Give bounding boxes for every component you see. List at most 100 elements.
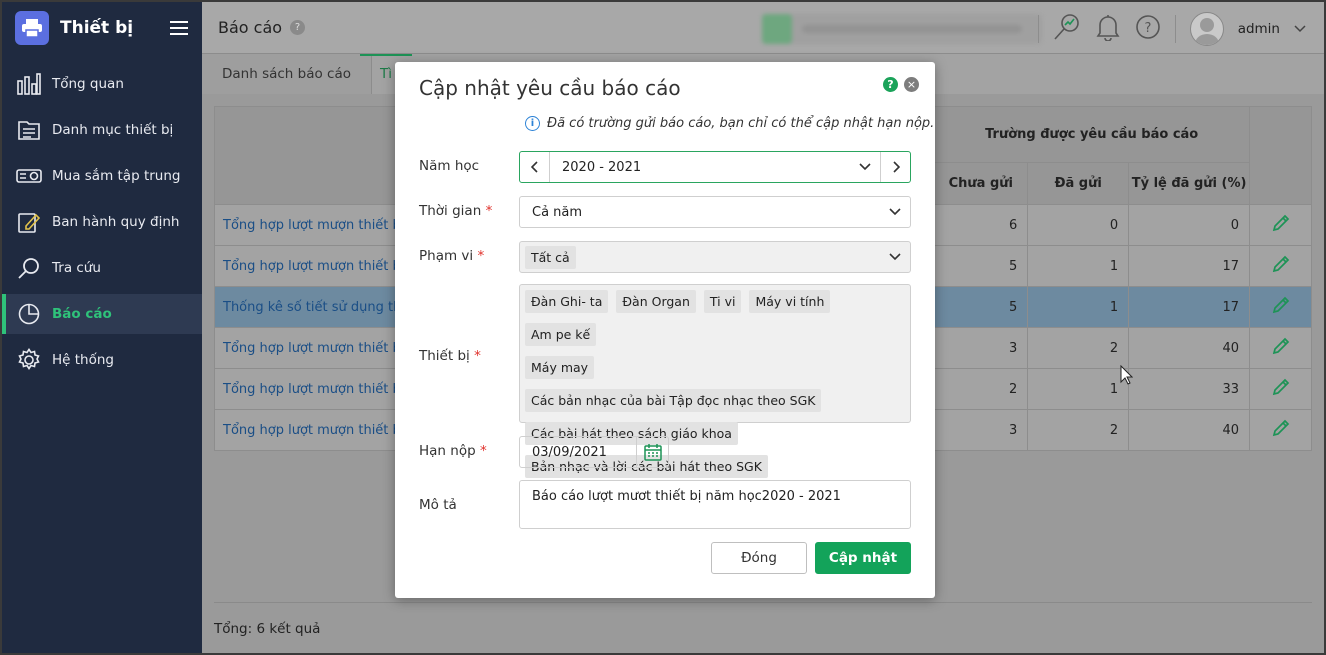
gear-icon xyxy=(16,347,42,373)
sent-rate: 40 xyxy=(1128,409,1251,451)
menu-toggle-icon[interactable] xyxy=(170,21,188,35)
time-value: Cả năm xyxy=(532,204,583,220)
mouse-cursor-icon xyxy=(1120,364,1134,389)
scope-chip: Tất cả xyxy=(525,245,576,269)
edit-document-icon xyxy=(16,209,42,235)
chevron-down-icon xyxy=(880,253,910,261)
sent-rate: 17 xyxy=(1128,286,1251,328)
sidebar-item-lookup[interactable]: Tra cứu xyxy=(2,248,202,288)
not-sent-count: 6 xyxy=(933,204,1029,246)
pie-chart-icon xyxy=(16,301,42,327)
sent-count: 1 xyxy=(1027,286,1130,328)
device-chip: Máy may xyxy=(525,356,595,379)
sent-rate: 33 xyxy=(1128,368,1251,410)
column-header-not-sent: Chưa gửi xyxy=(933,162,1029,205)
notice: i Đã có trường gửi báo cáo, bạn chỉ có t… xyxy=(525,116,934,131)
year-label: Năm học xyxy=(419,158,480,174)
column-header-sent: Đã gửi xyxy=(1027,162,1130,205)
edit-pencil-icon[interactable] xyxy=(1272,214,1290,236)
result-count: Tổng: 6 kết quả xyxy=(214,602,1312,637)
brand: Thiết bị xyxy=(2,2,202,54)
not-sent-count: 5 xyxy=(933,245,1029,287)
sidebar-item-system[interactable]: Hệ thống xyxy=(2,340,202,380)
sent-count: 0 xyxy=(1027,204,1130,246)
sidebar: Thiết bị Tổng quan Danh mục thiết bị Mua… xyxy=(2,2,202,653)
chevron-down-icon[interactable] xyxy=(850,163,880,171)
statistics-search-icon[interactable] xyxy=(1053,13,1081,45)
info-icon: i xyxy=(525,116,540,131)
list-folder-icon xyxy=(16,117,42,143)
year-value[interactable]: 2020 - 2021 xyxy=(550,160,850,175)
app-window: Thiết bị Tổng quan Danh mục thiết bị Mua… xyxy=(0,0,1326,655)
edit-pencil-icon[interactable] xyxy=(1272,378,1290,400)
update-report-dialog: Cập nhật yêu cầu báo cáo ? × i Đã có trư… xyxy=(395,62,935,598)
close-button[interactable]: Đóng xyxy=(711,542,807,574)
bell-icon[interactable] xyxy=(1095,13,1121,45)
deadline-value: 03/09/2021 xyxy=(532,444,607,460)
sidebar-item-reports[interactable]: Báo cáo xyxy=(2,294,202,334)
edit-pencil-icon[interactable] xyxy=(1272,419,1290,441)
edit-pencil-icon[interactable] xyxy=(1272,337,1290,359)
device-chip: Đàn Ghi- ta xyxy=(525,290,609,313)
sent-count: 2 xyxy=(1027,409,1130,451)
sidebar-item-label: Hệ thống xyxy=(52,352,114,368)
edit-pencil-icon[interactable] xyxy=(1272,296,1290,318)
time-label: Thời gian * xyxy=(419,203,493,219)
search-icon xyxy=(16,255,42,281)
notice-text: Đã có trường gửi báo cáo, bạn chỉ có thể… xyxy=(547,116,935,131)
sidebar-item-label: Danh mục thiết bị xyxy=(52,122,174,138)
close-icon[interactable]: × xyxy=(904,77,919,92)
device-chip: Am pe kế xyxy=(525,323,597,346)
sidebar-item-procurement[interactable]: Mua sắm tập trung xyxy=(2,156,202,196)
chart-bars-icon xyxy=(16,71,42,97)
chevron-down-icon xyxy=(880,208,910,216)
not-sent-count: 3 xyxy=(933,327,1029,369)
next-year-button[interactable] xyxy=(880,152,910,182)
tab-report-list[interactable]: Danh sách báo cáo xyxy=(202,54,372,94)
column-header-rate: Tỷ lệ đã gửi (%) xyxy=(1128,162,1251,205)
year-selector: 2020 - 2021 xyxy=(519,151,911,183)
question-icon[interactable]: ? xyxy=(1135,14,1161,44)
calendar-icon[interactable] xyxy=(636,437,668,467)
description-textarea[interactable]: Báo cáo lượt mươt thiết bị năm học2020 -… xyxy=(519,480,911,529)
sent-rate: 0 xyxy=(1128,204,1251,246)
printer-logo-icon xyxy=(15,11,49,45)
brand-title: Thiết bị xyxy=(60,18,134,38)
device-label: Thiết bị * xyxy=(419,348,481,364)
sidebar-item-label: Báo cáo xyxy=(52,306,112,322)
update-button[interactable]: Cập nhật xyxy=(815,542,911,574)
sidebar-nav: Tổng quan Danh mục thiết bị Mua sắm tập … xyxy=(2,64,202,380)
device-chip: Máy vi tính xyxy=(749,290,831,313)
chevron-down-icon[interactable] xyxy=(1294,22,1306,37)
sent-rate: 40 xyxy=(1128,327,1251,369)
not-sent-count: 3 xyxy=(933,409,1029,451)
blurred-school-info xyxy=(762,14,1042,44)
svg-text:?: ? xyxy=(1144,21,1151,36)
sent-count: 2 xyxy=(1027,327,1130,369)
sidebar-item-label: Ban hành quy định xyxy=(52,214,180,230)
help-icon[interactable]: ? xyxy=(883,77,898,92)
scope-select[interactable]: Tất cả xyxy=(519,241,911,273)
user-name[interactable]: admin xyxy=(1238,21,1280,37)
device-tags[interactable]: Đàn Ghi- ta Đàn Organ Ti vi Máy vi tính Am p… xyxy=(519,284,911,478)
time-select[interactable]: Cả năm xyxy=(519,196,911,228)
projector-icon xyxy=(16,163,42,189)
sidebar-item-regulations[interactable]: Ban hành quy định xyxy=(2,202,202,242)
dialog-title: Cập nhật yêu cầu báo cáo xyxy=(419,76,681,100)
avatar[interactable] xyxy=(1189,12,1224,46)
column-header-action xyxy=(1249,106,1312,205)
help-icon[interactable]: ? xyxy=(290,20,306,35)
sidebar-item-label: Mua sắm tập trung xyxy=(52,168,181,184)
column-header-group: Trường được yêu cầu báo cáo xyxy=(933,106,1251,163)
deadline-input[interactable]: 03/09/2021 xyxy=(519,436,669,468)
edit-pencil-icon[interactable] xyxy=(1272,255,1290,277)
device-chip: Đàn Organ xyxy=(616,290,696,313)
prev-year-button[interactable] xyxy=(520,152,550,182)
device-chip: Ti vi xyxy=(703,290,742,313)
topbar-actions: ? admin xyxy=(1037,12,1306,46)
sidebar-item-device-list[interactable]: Danh mục thiết bị xyxy=(2,110,202,150)
sidebar-item-overview[interactable]: Tổng quan xyxy=(2,64,202,104)
divider xyxy=(1037,15,1039,43)
topbar: Báo cáo ? ? admin xyxy=(202,2,1324,54)
sent-count: 1 xyxy=(1027,368,1130,410)
